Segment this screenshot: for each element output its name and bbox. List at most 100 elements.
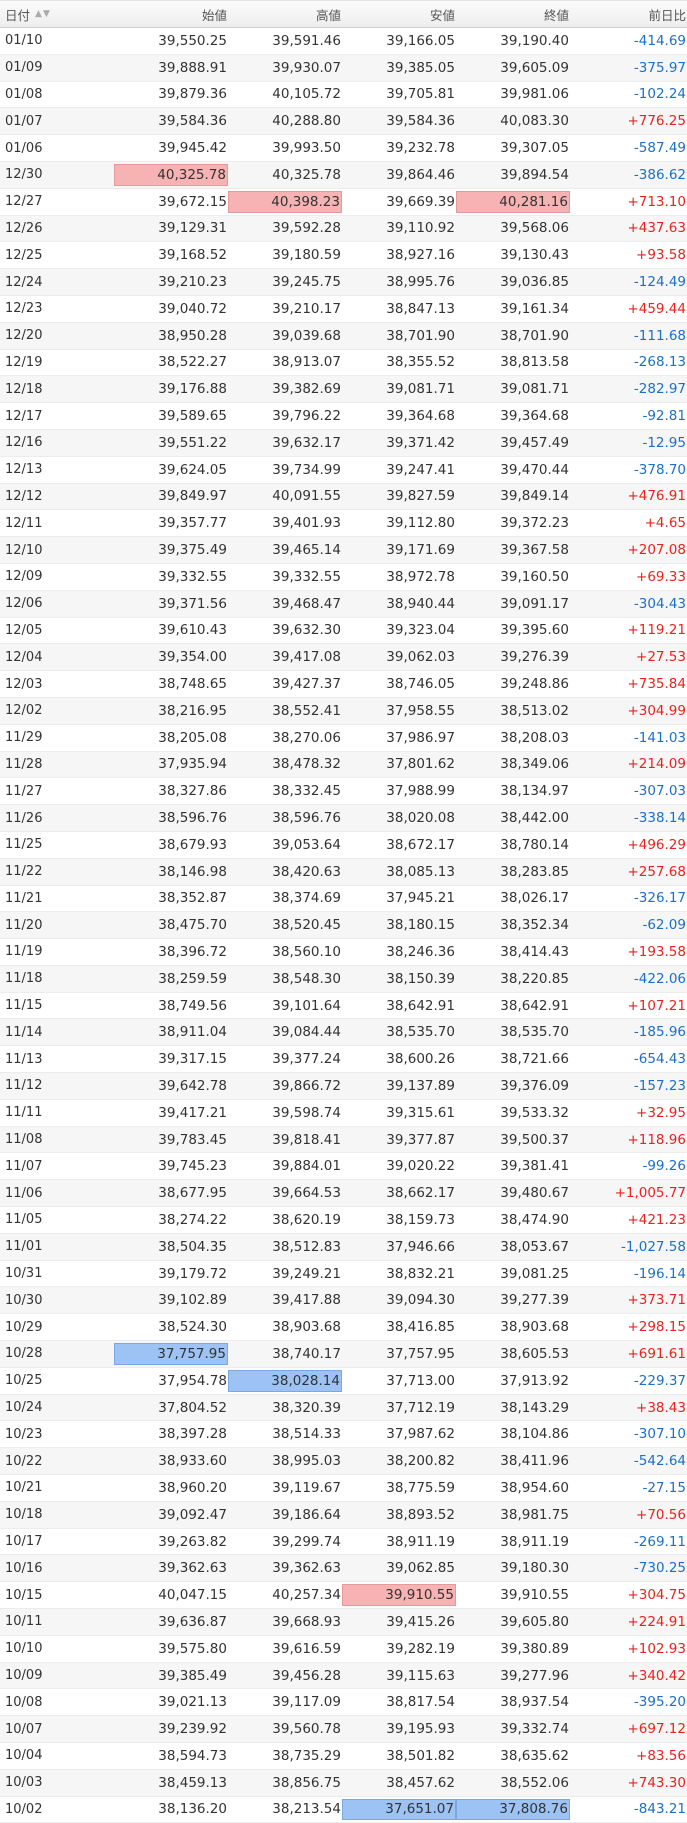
cell-date: 12/25 [5,247,43,263]
cell-low: 39,062.85 [386,1560,455,1577]
cell-low: 39,247.41 [386,461,455,478]
cell-close: 39,091.17 [500,595,569,612]
cell-open: 39,783.45 [158,1131,227,1148]
table-row: 10/23 38,397.28 38,514.33 37,987.62 38,104.8… [0,1421,687,1449]
cell-high: 38,548.30 [272,970,341,987]
cell-date: 11/06 [5,1185,43,1201]
cell-high: 39,053.64 [272,836,341,853]
cell-low: 39,137.89 [386,1077,455,1094]
cell-date: 11/08 [5,1132,43,1148]
column-header-low[interactable]: 安値 [342,1,456,27]
table-row: 10/24 37,804.52 38,320.39 37,712.19 38,143.2… [0,1394,687,1422]
cell-open: 38,397.28 [158,1426,227,1443]
column-header-close[interactable]: 終値 [456,1,570,27]
sort-descending-icon[interactable]: ▼ [43,9,50,19]
cell-high: 39,866.72 [272,1077,341,1094]
cell-change: +298.15 [627,1319,686,1336]
cell-high: 39,818.41 [272,1131,341,1148]
table-row: 10/30 39,102.89 39,417.88 39,094.30 39,277.3… [0,1287,687,1315]
table-row: 12/09 39,332.55 39,332.55 38,972.78 39,160.5… [0,563,687,591]
cell-high: 39,664.53 [272,1185,341,1202]
table-row: 10/18 39,092.47 39,186.64 38,893.52 38,981.7… [0,1501,687,1529]
cell-open: 38,459.13 [158,1774,227,1791]
cell-change: +713.10 [627,193,686,210]
cell-date: 11/28 [5,756,43,772]
cell-open: 39,849.97 [158,488,227,505]
cell-high: 39,884.01 [272,1158,341,1175]
column-header-open[interactable]: 始値 [114,1,228,27]
cell-high: 40,091.55 [272,488,341,505]
cell-change: +735.84 [627,676,686,693]
cell-high: 38,478.32 [272,756,341,773]
cell-high: 38,995.03 [272,1453,341,1470]
cell-open: 38,950.28 [158,327,227,344]
cell-date: 10/11 [5,1614,43,1630]
table-row: 12/23 39,040.72 39,210.17 38,847.13 39,161.3… [0,295,687,323]
cell-low: 39,062.03 [386,649,455,666]
cell-close: 38,053.67 [500,1238,569,1255]
cell-high: 39,417.88 [272,1292,341,1309]
table-row: 11/22 38,146.98 38,420.63 38,085.13 38,283.8… [0,858,687,886]
table-row: 11/26 38,596.76 38,596.76 38,020.08 38,442.0… [0,805,687,832]
cell-high: 38,903.68 [272,1319,341,1336]
cell-open: 39,362.63 [158,1560,227,1577]
cell-change: -375.97 [633,59,686,76]
cell-low: 39,377.87 [386,1131,455,1148]
cell-open: 39,168.52 [158,247,227,264]
cell-high: 39,119.67 [272,1479,341,1496]
cell-open: 39,888.91 [158,59,227,76]
table-row: 11/25 38,679.93 39,053.64 38,672.17 38,780.1… [0,831,687,859]
table-row: 12/27 39,672.15 40,398.23 39,669.39 40,281.1… [0,188,687,216]
cell-close: 38,143.29 [500,1399,569,1416]
cell-date: 10/29 [5,1319,43,1335]
cell-date: 11/07 [5,1158,43,1174]
table-row: 10/04 38,594.73 38,735.29 38,501.82 38,635.6… [0,1743,687,1770]
cell-date: 10/02 [5,1801,43,1817]
cell-close: 39,380.89 [500,1640,569,1657]
table-row: 11/01 38,504.35 38,512.83 37,946.66 38,053.6… [0,1233,687,1261]
cell-date: 12/24 [5,274,43,290]
cell-change: +102.93 [627,1640,686,1657]
table-header: 日付 ▲ ▼ 始値 高値 安値 終値 前日比 [0,0,687,28]
cell-high: 38,596.76 [272,810,341,826]
cell-low: 38,159.73 [386,1211,455,1228]
cell-open: 37,954.78 [158,1372,227,1389]
cell-high: 39,632.17 [272,434,341,451]
cell-date: 10/22 [5,1453,43,1469]
cell-low: 38,085.13 [386,863,455,880]
cell-low: 39,323.04 [386,622,455,639]
column-header-change[interactable]: 前日比 [570,1,687,27]
cell-open: 39,642.78 [158,1077,227,1094]
cell-close: 38,220.85 [500,970,569,987]
cell-close: 39,277.96 [500,1667,569,1684]
cell-low: 37,651.07 [342,1798,456,1821]
cell-date: 12/16 [5,435,43,451]
table-row: 11/18 38,259.59 38,548.30 38,150.39 38,220.8… [0,965,687,993]
cell-high: 39,186.64 [272,1506,341,1523]
cell-close: 39,500.37 [500,1131,569,1148]
cell-close: 38,208.03 [500,729,569,746]
sort-ascending-icon[interactable]: ▲ [35,9,42,19]
cell-change: -542.64 [633,1453,686,1470]
table-row: 12/04 39,354.00 39,417.08 39,062.03 39,276.3… [0,644,687,672]
cell-date: 12/27 [5,194,43,210]
cell-close: 38,283.85 [500,863,569,880]
cell-high: 39,417.08 [272,649,341,666]
cell-low: 38,600.26 [386,1051,455,1068]
cell-open: 37,757.95 [114,1343,228,1365]
cell-open: 39,417.21 [158,1104,227,1121]
cell-change: +459.44 [627,300,686,317]
cell-high: 39,401.93 [272,515,341,532]
cell-open: 39,624.05 [158,461,227,478]
cell-close: 38,535.70 [500,1024,569,1041]
cell-high: 39,362.63 [272,1560,341,1577]
cell-low: 38,642.91 [386,997,455,1014]
cell-low: 39,371.42 [386,434,455,451]
cell-change: -386.62 [633,166,686,183]
cell-close: 39,277.39 [500,1292,569,1309]
column-header-date[interactable]: 日付 ▲ ▼ [0,1,114,27]
cell-close: 39,161.34 [500,300,569,317]
cell-low: 39,364.68 [386,408,455,425]
cell-open: 39,129.31 [158,220,227,237]
column-header-high[interactable]: 高値 [228,1,342,27]
